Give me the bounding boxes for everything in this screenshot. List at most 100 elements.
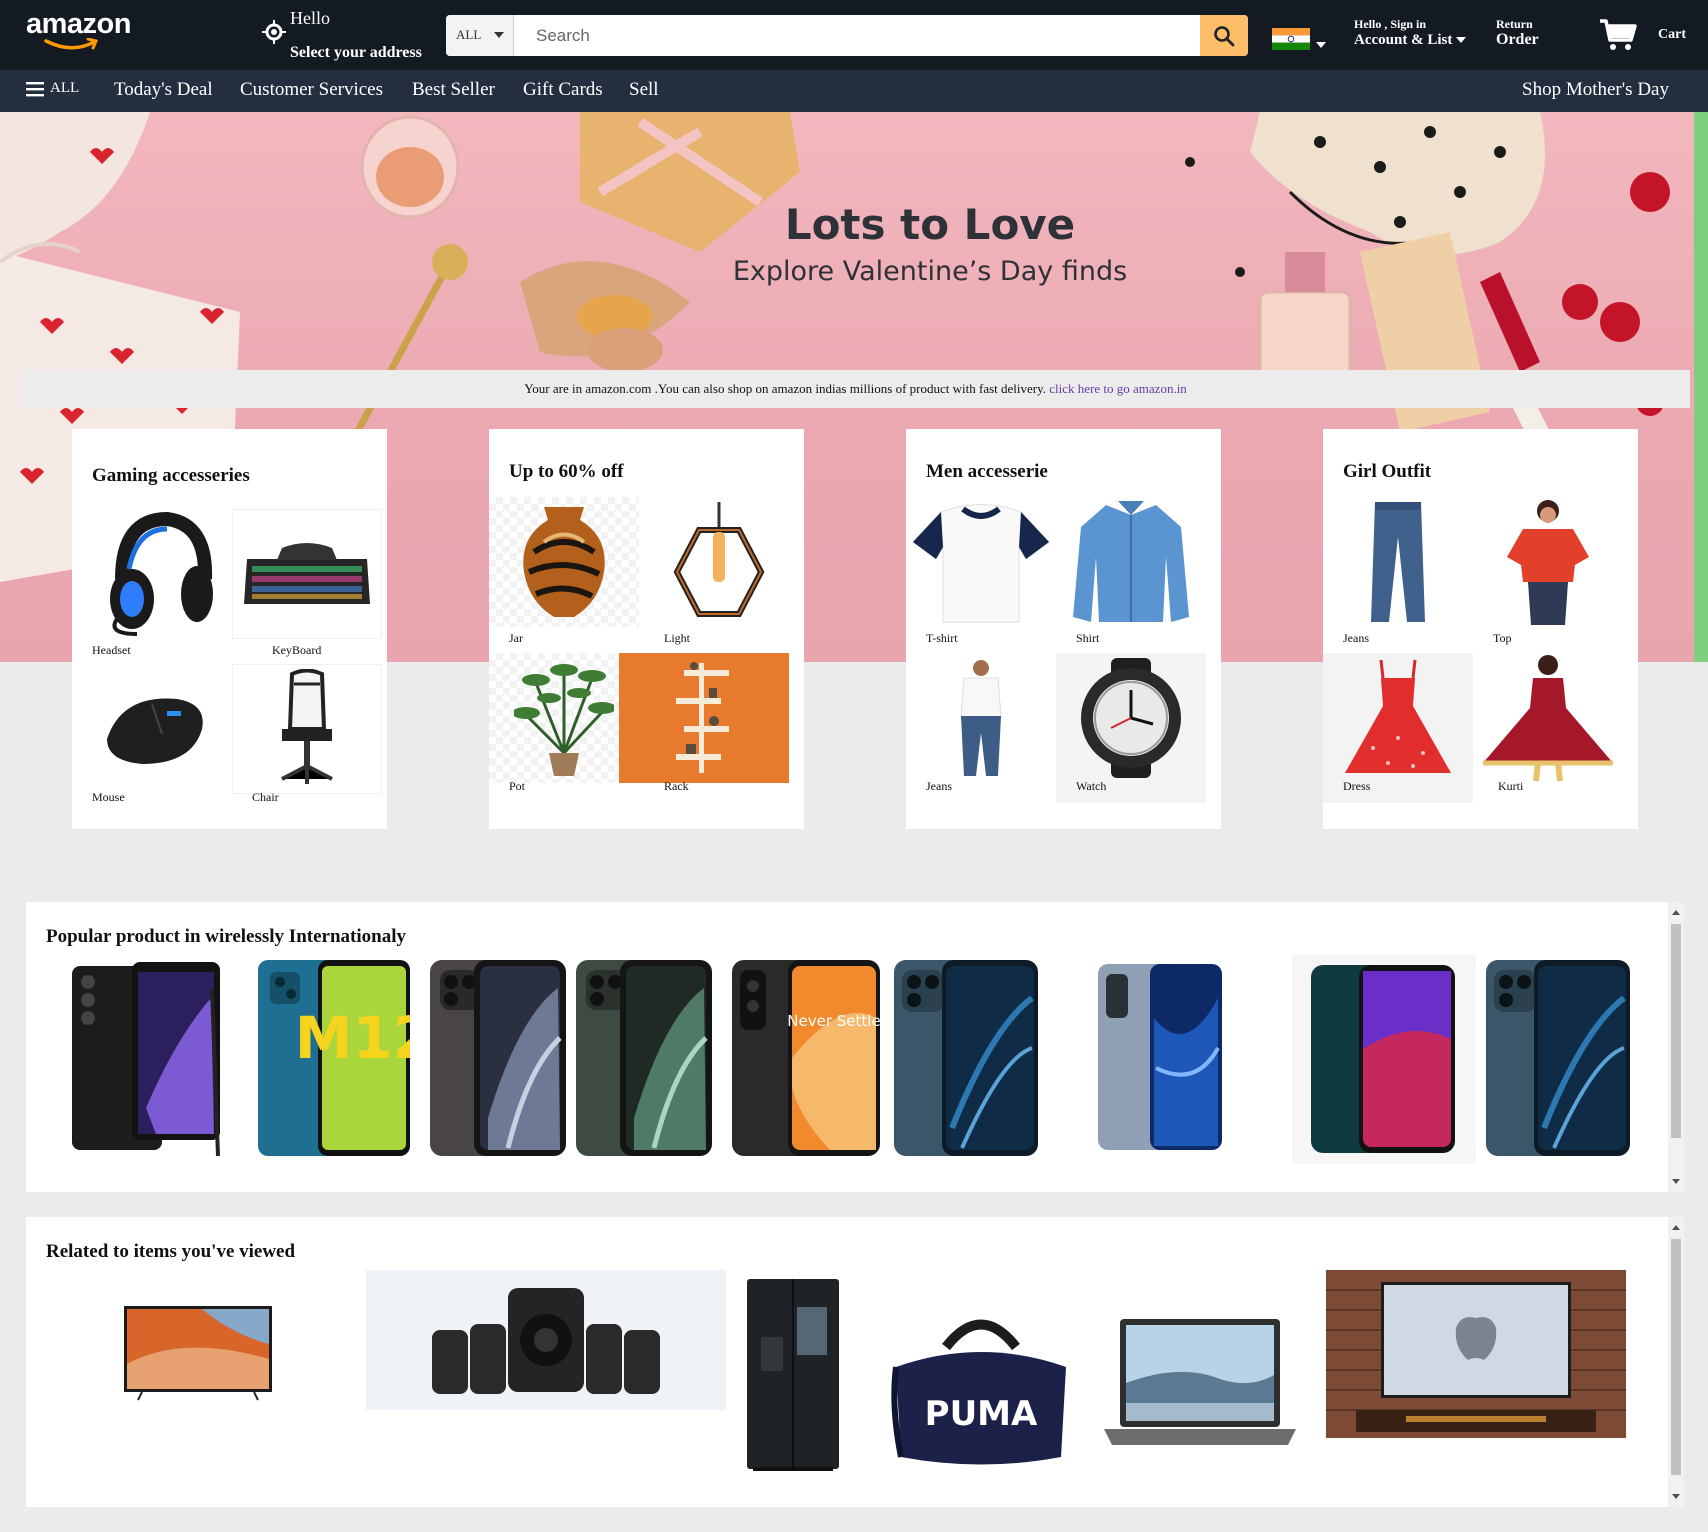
product-sony-tv[interactable]: [118, 1303, 278, 1403]
mouse-image: [82, 664, 232, 794]
carousel-scrollbar[interactable]: [1668, 902, 1684, 1192]
all-menu-button[interactable]: ALL: [26, 80, 79, 97]
logo-text: amazon: [26, 8, 131, 40]
product-tile-tshirt[interactable]: T-shirt: [906, 497, 1056, 647]
search-category-dropdown[interactable]: ALL: [446, 15, 514, 56]
product-tile-jar[interactable]: Jar: [489, 497, 639, 647]
product-sony-speakers[interactable]: [366, 1270, 726, 1410]
nav-sell[interactable]: Sell: [629, 79, 659, 101]
product-puma-bag[interactable]: PUMA: [886, 1307, 1076, 1467]
product-tile-top[interactable]: Top: [1473, 497, 1623, 647]
product-tile-mouse[interactable]: Mouse: [82, 664, 232, 814]
chair-image: [232, 664, 382, 794]
product-tile-men-jeans[interactable]: Jeans: [906, 653, 1056, 803]
returns-orders-link[interactable]: Return Order: [1496, 18, 1539, 49]
product-label: Jeans: [1343, 631, 1369, 645]
carousel-scrollbar[interactable]: [1668, 1217, 1684, 1507]
product-tile-shirt[interactable]: Shirt: [1056, 497, 1206, 647]
product-label: Mouse: [92, 790, 125, 804]
product-label: T-shirt: [926, 631, 958, 645]
product-tile-watch[interactable]: Watch: [1056, 653, 1206, 803]
product-tile-rack[interactable]: Rack: [619, 653, 789, 803]
region-notice-bar: Your are in amazon.com .You can also sho…: [21, 370, 1690, 408]
pot-image: [489, 653, 639, 783]
category-card-gaming[interactable]: Gaming accesseries Headset KeyBoard Mous…: [72, 429, 387, 829]
product-label: Light: [664, 631, 690, 645]
top-header: amazon Hello Select your address ALL Sea…: [0, 0, 1708, 70]
phone-iphone-12-pro-blue[interactable]: [892, 958, 1042, 1158]
girl-jeans-image: [1323, 497, 1473, 627]
category-card-girl-outfit[interactable]: Girl Outfit Jeans Top Dress Kurti: [1323, 429, 1638, 829]
puma-logo-text: PUMA: [925, 1394, 1038, 1434]
headset-image: [82, 509, 232, 639]
carousel-title: Popular product in wirelessly Internatio…: [46, 926, 406, 947]
scroll-down-arrow-icon[interactable]: [1672, 1179, 1680, 1184]
phone-iphone-11-pro-gray[interactable]: [428, 958, 568, 1158]
related-items-carousel: Related to items you've viewed PUMA: [26, 1217, 1684, 1507]
all-menu-label: ALL: [50, 80, 80, 96]
scrollbar-thumb[interactable]: [1671, 1239, 1681, 1475]
amazon-logo[interactable]: amazon: [26, 6, 136, 54]
region-notice-text: Your are in amazon.com .You can also sho…: [524, 381, 1050, 396]
product-label: Jeans: [926, 779, 952, 793]
scroll-down-arrow-icon[interactable]: [1672, 1494, 1680, 1499]
nav-gift-cards[interactable]: Gift Cards: [523, 79, 603, 101]
search-button[interactable]: [1200, 15, 1248, 56]
phone-iphone-11-pro-green[interactable]: [574, 958, 714, 1158]
product-tile-pot[interactable]: Pot: [489, 653, 639, 803]
product-label: Pot: [509, 779, 526, 793]
card-title: Girl Outfit: [1343, 461, 1432, 482]
nav-best-seller[interactable]: Best Seller: [412, 79, 495, 101]
product-label: Dress: [1343, 779, 1371, 793]
phone-vivo-x50-pro[interactable]: [1096, 958, 1226, 1158]
product-tile-keyboard[interactable]: KeyBoard: [232, 509, 382, 659]
cart-button[interactable]: Cart: [1598, 18, 1694, 54]
nav-customer-services[interactable]: Customer Services: [240, 79, 383, 101]
product-laptop[interactable]: [1100, 1313, 1300, 1453]
logo-smile-icon: [44, 38, 99, 50]
language-caret-icon[interactable]: [1316, 42, 1326, 48]
phone-samsung-m12[interactable]: M12: [258, 958, 410, 1158]
keyboard-image: [232, 509, 382, 639]
caret-down-icon: [494, 32, 504, 38]
search-input[interactable]: [514, 15, 1202, 56]
cart-icon: [1600, 19, 1637, 50]
account-menu[interactable]: Hello , Sign in Account & List: [1354, 18, 1474, 49]
product-label: Jar: [509, 631, 523, 645]
account-hello-text: Hello , Sign in: [1354, 17, 1427, 31]
scrollbar-thumb[interactable]: [1671, 924, 1681, 1138]
product-tile-kurti[interactable]: Kurti: [1473, 653, 1623, 803]
never-settle-screen-text: Never Settle: [787, 1012, 880, 1030]
category-card-men[interactable]: Men accesserie T-shirt Shirt Jeans Watch: [906, 429, 1221, 829]
rack-image: [619, 653, 789, 783]
phone-samsung-note[interactable]: [66, 958, 226, 1158]
product-tile-light[interactable]: Light: [644, 497, 794, 647]
product-tile-chair[interactable]: Chair: [232, 664, 382, 814]
product-apple-tv-wall[interactable]: [1326, 1270, 1626, 1438]
phone-iphone-12-pro-blue-2[interactable]: [1484, 958, 1634, 1158]
nav-todays-deal[interactable]: Today's Deal: [114, 79, 213, 101]
india-flag-icon[interactable]: [1272, 28, 1310, 50]
nav-shop-mothers-day[interactable]: Shop Mother's Day: [1522, 79, 1669, 101]
product-label: Shirt: [1076, 631, 1100, 645]
tshirt-image: [906, 497, 1056, 627]
phone-oppo-find-x[interactable]: [1292, 954, 1476, 1164]
amazon-in-link[interactable]: click here to go amazon.in: [1049, 381, 1187, 396]
address-selector[interactable]: Hello Select your address: [258, 6, 428, 64]
popular-products-carousel: Popular product in wirelessly Internatio…: [26, 902, 1684, 1192]
page-scrollbar[interactable]: [1694, 112, 1708, 662]
phone-oneplus-9[interactable]: Never Settle: [730, 958, 880, 1158]
product-label: Kurti: [1498, 779, 1524, 793]
product-tile-dress[interactable]: Dress: [1323, 653, 1473, 803]
scroll-up-arrow-icon[interactable]: [1672, 910, 1680, 915]
product-samsung-refrigerator[interactable]: [738, 1275, 848, 1475]
product-tile-girl-jeans[interactable]: Jeans: [1323, 497, 1473, 647]
men-jeans-image: [906, 653, 1056, 783]
m12-screen-text: M12: [295, 1004, 410, 1072]
category-card-deals[interactable]: Up to 60% off Jar Light Pot Rack: [489, 429, 804, 829]
hamburger-icon: [26, 81, 44, 96]
card-title: Men accesserie: [926, 461, 1048, 482]
scroll-up-arrow-icon[interactable]: [1672, 1225, 1680, 1230]
product-tile-headset[interactable]: Headset: [82, 509, 232, 659]
light-image: [644, 497, 794, 627]
